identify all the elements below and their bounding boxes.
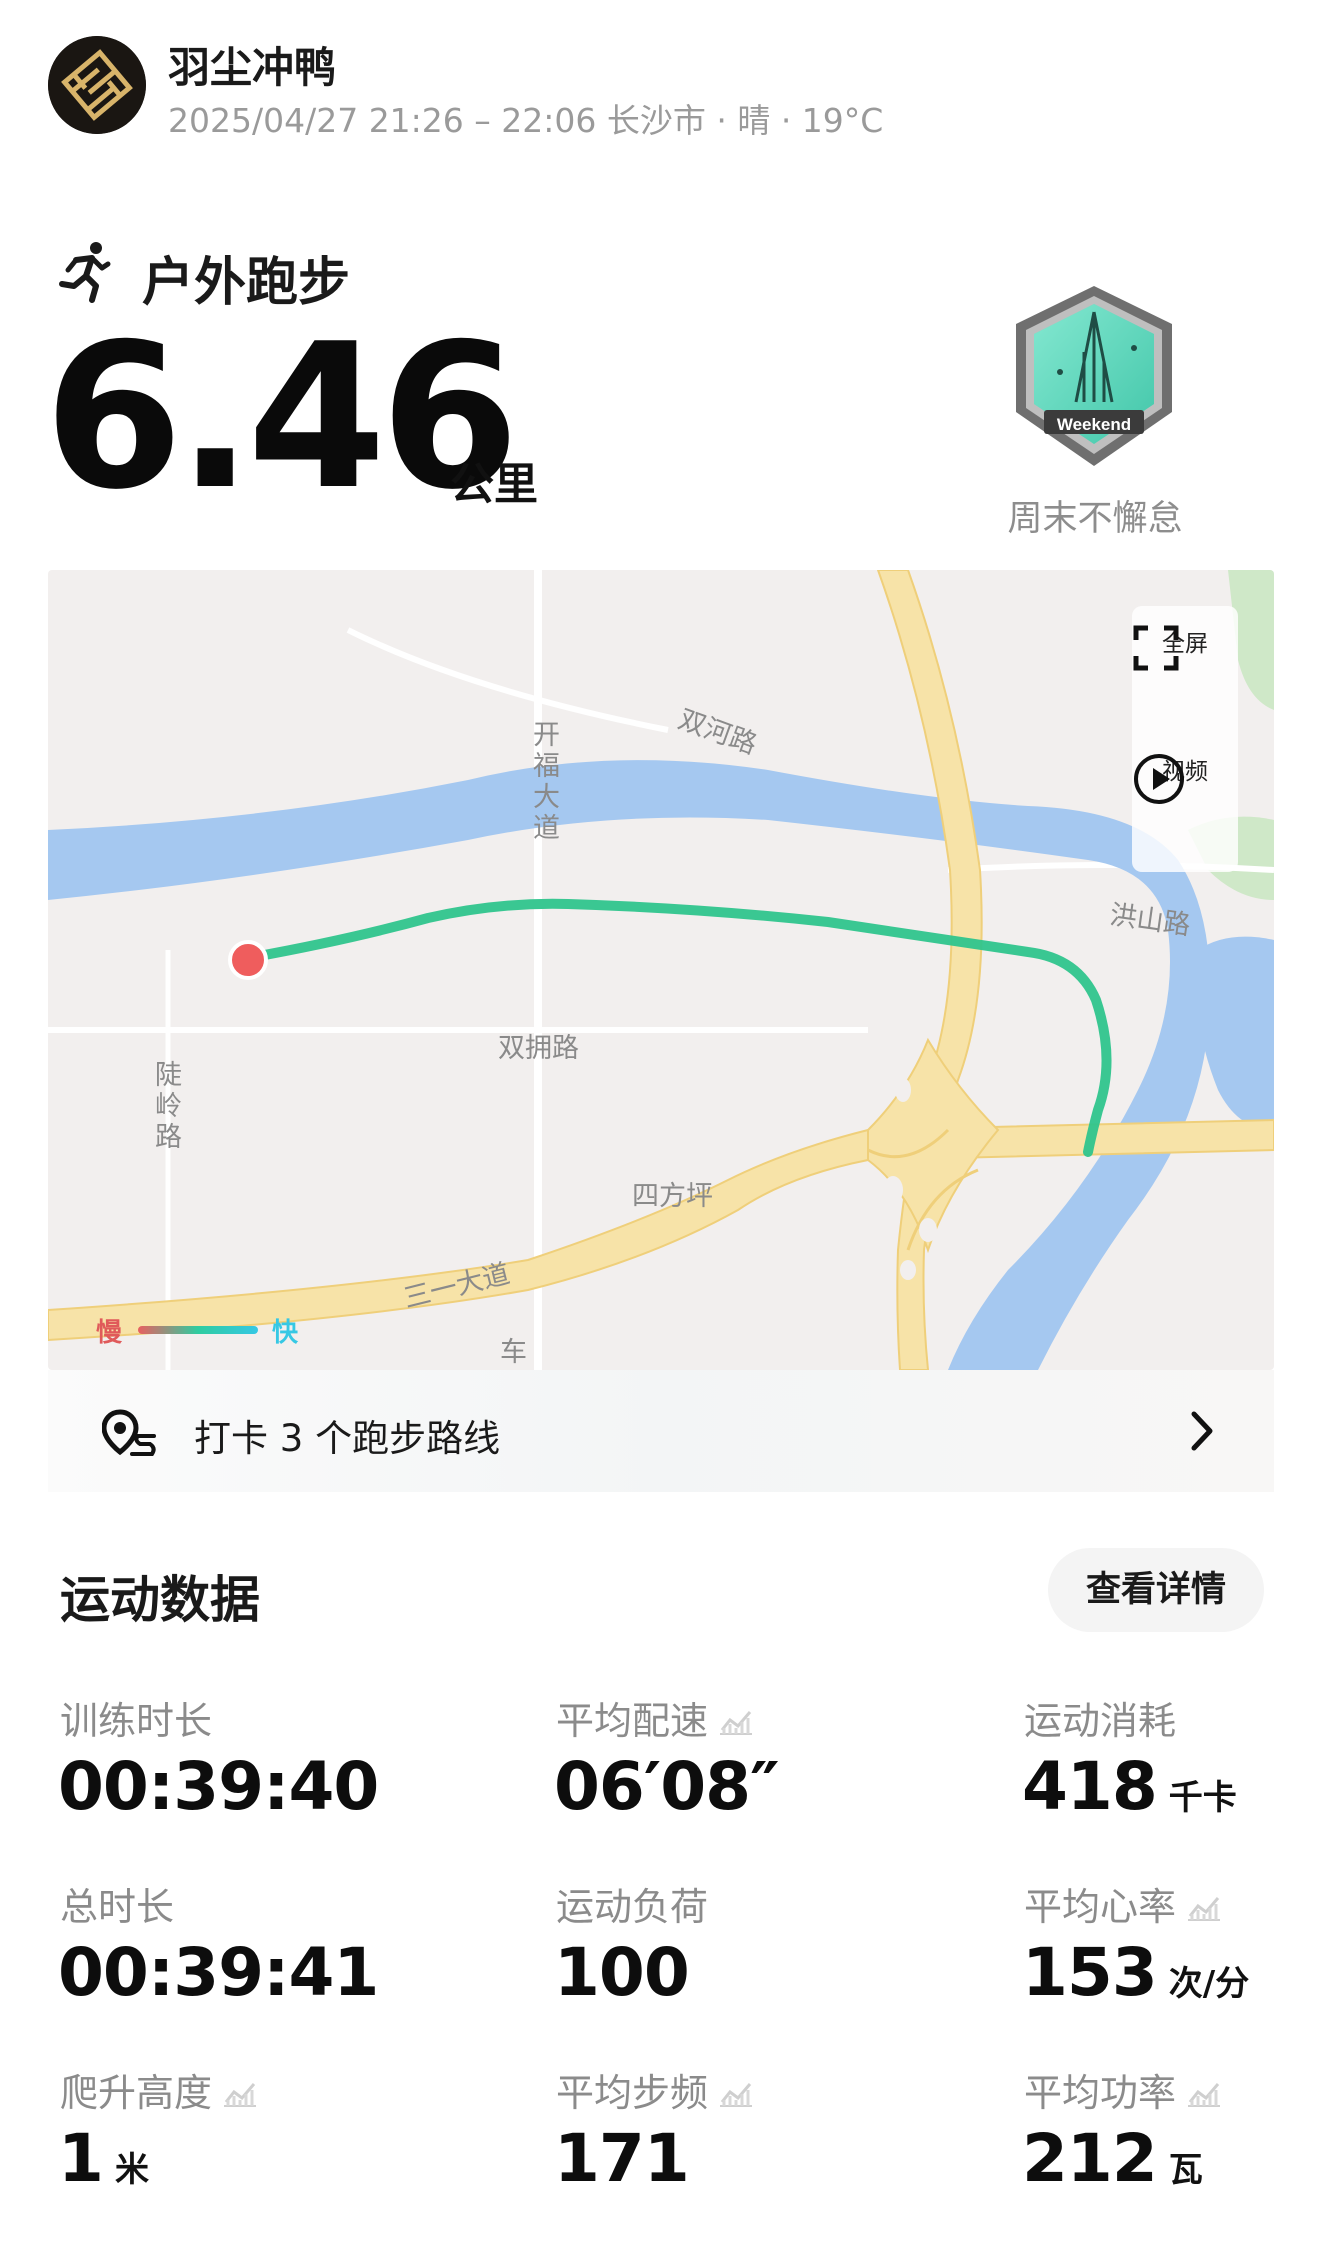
badge-text-label: Weekend (1057, 415, 1131, 434)
video-button[interactable]: 视频 (1132, 752, 1238, 804)
chart-icon[interactable] (708, 1699, 754, 1743)
stat-value: 06′08″ (554, 1748, 780, 1825)
route-checkin-row[interactable]: 打卡 3 个跑步路线 (48, 1370, 1274, 1492)
map-label-shuangyong: 双拥路 (498, 1033, 579, 1064)
legend-fast: 快 (272, 1318, 299, 1348)
distance-value: 6.46 (44, 301, 519, 534)
stat-unit: 瓦 (1168, 2150, 1203, 2190)
chevron-right-icon (1191, 1411, 1213, 1451)
chart-icon[interactable] (708, 2071, 754, 2115)
chart-icon[interactable] (1176, 1885, 1222, 1929)
play-circle-icon (1134, 754, 1184, 804)
weekend-badge-icon[interactable] (1004, 282, 1184, 478)
view-details-button[interactable]: 查看详情 (1048, 1548, 1264, 1632)
legend-slow: 慢 (96, 1318, 123, 1348)
fullscreen-button[interactable]: 全屏 (1132, 624, 1238, 671)
stat-value: 1米 (58, 2120, 149, 2197)
avatar-logo-icon (48, 36, 146, 134)
stat-label: 运动消耗 (1024, 1699, 1177, 1743)
distance-unit: 公里 (450, 459, 538, 510)
stat-value: 418 千卡 (1022, 1748, 1237, 1825)
stat-unit: 次/分 (1168, 1964, 1250, 2004)
chart-icon[interactable] (1176, 2071, 1222, 2115)
route-pin-icon (102, 1409, 156, 1456)
start-point-marker (228, 940, 268, 980)
map-label-kaifu: 开福大道 (528, 720, 559, 844)
username[interactable]: 羽尘冲鸭 (168, 34, 336, 95)
stat-value: 100 (554, 1934, 690, 2011)
map-tool-panel: 全屏 视频 (1132, 606, 1238, 872)
pace-legend-bar (138, 1326, 258, 1334)
activity-meta: 2025/04/27 21:26 – 22:06 长沙市 · 晴 · 19°C (168, 101, 884, 140)
stat-value: 00:39:40 (58, 1748, 379, 1825)
map-canvas (48, 570, 1274, 1370)
map-label-sifangping: 四方坪 (632, 1181, 713, 1212)
stat-label: 总时长 (60, 1885, 175, 1929)
map-label-che: 车 (500, 1337, 527, 1368)
stat-value: 212 瓦 (1022, 2120, 1203, 2197)
stat-value: 153 次/分 (1022, 1934, 1250, 2011)
stat-unit: 米 (114, 2150, 149, 2190)
stat-label: 运动负荷 (556, 1885, 709, 1929)
stat-unit: 千卡 (1168, 1778, 1237, 1818)
stats-section-title: 运动数据 (60, 1571, 260, 1629)
route-map[interactable]: 开福大道 双河路 洪山路 双拥路 陡岭路 四方坪 三一大道 车 全屏 视频 慢 … (48, 570, 1274, 1370)
badge-text: Weekend (1057, 415, 1131, 434)
badge-label: 周末不懈怠 (1007, 499, 1183, 539)
stat-value: 171 (554, 2120, 690, 2197)
stat-value: 00:39:41 (58, 1934, 379, 2011)
fullscreen-icon (1133, 625, 1179, 671)
stat-label: 训练时长 (60, 1699, 213, 1743)
stat-label: 爬升高度 (60, 2062, 258, 2117)
chart-icon[interactable] (212, 2071, 258, 2115)
running-icon (59, 242, 111, 303)
stat-label: 平均配速 (556, 1690, 754, 1745)
avatar[interactable] (48, 36, 146, 134)
stat-label: 平均功率 (1024, 2062, 1222, 2117)
map-label-luling: 陡岭路 (150, 1060, 181, 1153)
checkin-text: 打卡 3 个跑步路线 (194, 1417, 501, 1460)
stat-label: 平均步频 (556, 2062, 754, 2117)
stat-label: 平均心率 (1024, 1876, 1222, 1931)
